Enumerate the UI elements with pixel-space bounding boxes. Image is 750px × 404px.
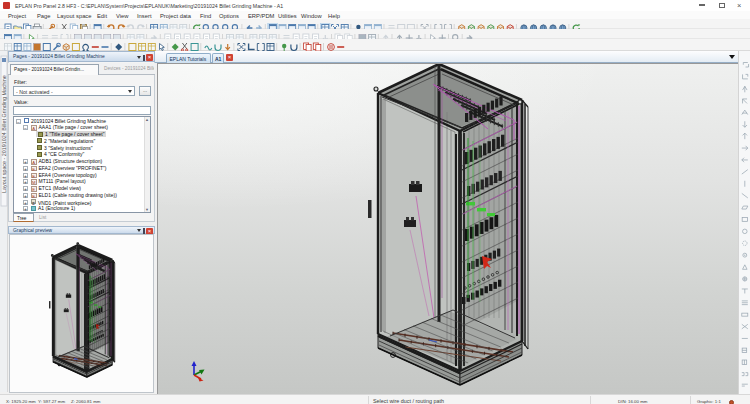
- svg-text:Layout space - 20191024 Billet: Layout space - 20191024 Billet Grinding …: [1, 75, 7, 193]
